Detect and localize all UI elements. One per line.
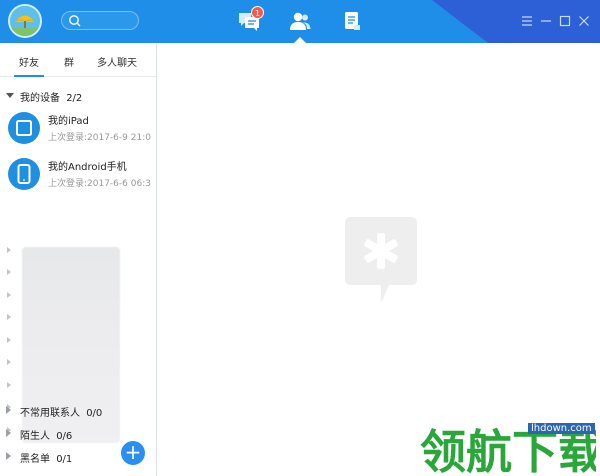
menu-icon[interactable] (520, 14, 534, 28)
expanded-arrow-icon (6, 93, 14, 98)
collapsed-arrow-icon[interactable] (7, 247, 11, 253)
device-last-login: 上次登录:2017-6-6 06:3 (48, 179, 151, 189)
watermark-url: lhdown.com (528, 423, 595, 434)
collapsed-arrow-icon[interactable] (7, 382, 11, 388)
group-label: 我的设备 (20, 93, 60, 104)
collapsed-arrow-icon[interactable] (7, 337, 11, 343)
maximize-icon[interactable] (558, 14, 572, 28)
files-icon[interactable] (340, 10, 364, 32)
group-my-devices[interactable]: 我的设备 2/2 (0, 86, 157, 106)
device-item-ipad[interactable]: 我的iPad 上次登录:2017-6-9 21:0 (0, 108, 157, 152)
collapsed-arrow-icon (6, 452, 11, 460)
collapsed-arrow-icon[interactable] (7, 269, 11, 275)
tab-friends[interactable]: 好友 (19, 54, 39, 69)
group-infrequent-contacts[interactable]: 不常用联系人 0/0 (0, 401, 157, 421)
add-contact-button[interactable]: + (121, 441, 145, 465)
avatar-icon (10, 6, 40, 36)
user-avatar[interactable] (8, 4, 42, 38)
tab-groups[interactable]: 群 (64, 54, 74, 69)
collapsed-arrow-icon (6, 429, 11, 437)
active-tab-underline (14, 75, 44, 77)
title-bar: 1 (0, 0, 600, 43)
main-content-area (158, 43, 600, 476)
contacts-icon[interactable] (288, 10, 312, 32)
group-count: 2/2 (66, 93, 83, 104)
group-label: 陌生人 (20, 431, 50, 442)
contacts-sidebar: 好友 群 多人聊天 我的设备 2/2 我的iPad 上次登录:2017-6-9 … (0, 43, 157, 476)
search-icon (69, 15, 81, 27)
collapsed-arrow-icon[interactable] (7, 359, 11, 365)
device-last-login: 上次登录:2017-6-9 21:0 (48, 133, 151, 143)
group-count: 0/0 (86, 408, 103, 419)
sidebar-tabs: 好友 群 多人聊天 (0, 43, 156, 77)
group-label: 不常用联系人 (20, 408, 80, 419)
tablet-icon (8, 112, 40, 144)
device-name: 我的Android手机 (48, 162, 127, 173)
collapsed-arrow-icon (6, 406, 11, 414)
collapsed-arrow-icon[interactable] (7, 292, 11, 298)
phone-icon (8, 158, 40, 190)
unread-badge: 1 (251, 6, 264, 19)
group-count: 0/6 (56, 431, 73, 442)
group-label: 黑名单 (20, 454, 50, 465)
device-name: 我的iPad (48, 116, 89, 127)
close-icon[interactable] (577, 14, 591, 28)
tab-multi-chat[interactable]: 多人聊天 (97, 54, 137, 69)
search-box[interactable] (61, 11, 139, 30)
collapsed-arrow-icon[interactable] (7, 314, 11, 320)
group-count: 0/1 (56, 454, 73, 465)
device-item-android[interactable]: 我的Android手机 上次登录:2017-6-6 06:3 (0, 154, 157, 198)
app-logo-placeholder-icon (345, 217, 417, 303)
minimize-icon[interactable] (539, 14, 553, 28)
